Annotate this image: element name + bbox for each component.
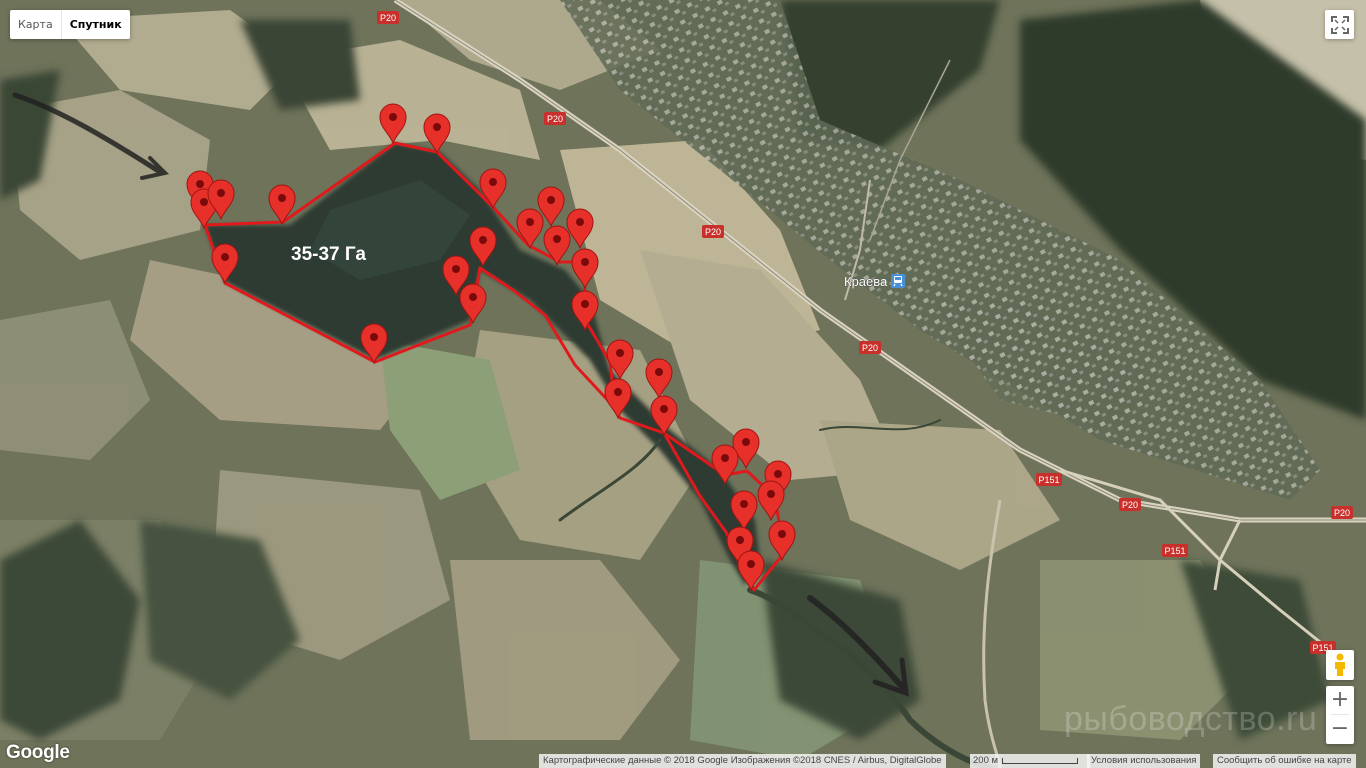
svg-text:P20: P20 xyxy=(1334,508,1350,518)
road-badge: P151 xyxy=(1162,544,1188,557)
road-badge: P20 xyxy=(377,11,399,24)
scale-label: 200 м xyxy=(973,755,999,766)
fullscreen-button[interactable] xyxy=(1325,10,1354,39)
zoom-control: + − xyxy=(1326,686,1354,744)
pegman-icon xyxy=(1335,653,1345,676)
area-label: 35-37 Га xyxy=(291,244,366,265)
svg-text:P20: P20 xyxy=(862,343,878,353)
scale-bar[interactable]: 200 м xyxy=(970,754,1090,768)
place-label: Краева xyxy=(844,274,888,289)
road-badge: P20 xyxy=(702,225,724,238)
watermark: рыбоводство.ru xyxy=(1064,700,1318,738)
svg-text:P20: P20 xyxy=(1122,500,1138,510)
road-badge: P20 xyxy=(859,341,881,354)
train-station-icon xyxy=(891,274,905,288)
svg-text:P151: P151 xyxy=(1164,546,1185,556)
svg-text:P20: P20 xyxy=(705,227,721,237)
scale-line xyxy=(1002,758,1079,764)
fullscreen-icon xyxy=(1330,15,1349,34)
report-error-link[interactable]: Сообщить об ошибке на карте xyxy=(1213,754,1356,768)
road-badge: P20 xyxy=(1331,506,1353,519)
map-data-attribution: Картографические данные © 2018 Google Из… xyxy=(539,754,946,768)
svg-text:P20: P20 xyxy=(547,114,563,124)
zoom-out-button[interactable]: − xyxy=(1326,715,1354,743)
road-badge: P20 xyxy=(1119,498,1141,511)
terms-link[interactable]: Условия использования xyxy=(1087,754,1201,768)
road-badge: P151 xyxy=(1036,473,1062,486)
google-logo[interactable]: Google xyxy=(6,742,70,764)
map-type-satellite-button[interactable]: Спутник xyxy=(62,10,130,39)
satellite-map[interactable]: P20 P20 P20 P20 P20 P20 P151 P151 P151 3… xyxy=(0,0,1366,768)
street-view-pegman[interactable] xyxy=(1326,650,1354,680)
map-type-map-button[interactable]: Карта xyxy=(10,10,61,39)
map-type-control: Карта Спутник xyxy=(10,10,130,39)
place-label-kraeva[interactable]: Краева xyxy=(844,274,905,289)
zoom-in-button[interactable]: + xyxy=(1326,686,1354,714)
svg-text:P20: P20 xyxy=(380,13,396,23)
svg-text:P151: P151 xyxy=(1038,475,1059,485)
road-badge: P20 xyxy=(544,112,566,125)
